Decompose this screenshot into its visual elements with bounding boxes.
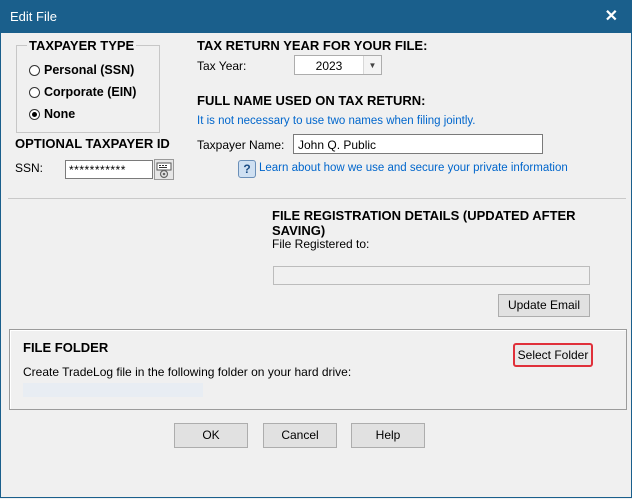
update-email-button[interactable]: Update Email [498,294,590,317]
full-name-heading: FULL NAME USED ON TAX RETURN: [197,93,426,108]
privacy-info-link[interactable]: Learn about how we use and secure your p… [259,162,568,174]
ok-button[interactable]: OK [174,423,248,448]
radio-personal-ssn[interactable]: Personal (SSN) [29,63,134,77]
radio-none[interactable]: None [29,107,75,121]
help-button[interactable]: Help [351,423,425,448]
ssn-input[interactable]: *********** [65,160,153,179]
tax-year-label: Tax Year: [197,59,247,73]
keyboard-icon[interactable] [154,159,174,180]
close-icon[interactable]: ✕ [605,6,618,26]
radio-corporate-ein[interactable]: Corporate (EIN) [29,85,136,99]
taxpayer-name-input[interactable]: John Q. Public [293,134,543,154]
optional-taxpayer-id-heading: OPTIONAL TAXPAYER ID [15,136,170,151]
folder-path [23,383,203,397]
file-folder-heading: FILE FOLDER [23,340,109,355]
radio-corporate-indicator [29,86,40,98]
tax-year-value: 2023 [315,59,343,73]
taxpayer-type-heading: TAXPAYER TYPE [27,38,137,53]
title-bar: Edit File ✕ [0,0,632,33]
file-registered-label: File Registered to: [272,237,370,251]
radio-none-indicator [29,108,40,120]
registration-heading: FILE REGISTRATION DETAILS (UPDATED AFTER… [272,208,576,238]
taxpayer-name-label: Taxpayer Name: [197,138,285,152]
radio-personal-indicator [29,64,40,76]
select-folder-button[interactable]: Select Folder [513,343,593,367]
radio-none-label: None [44,107,76,121]
window-title: Edit File [10,9,57,24]
section-divider-top [8,198,626,199]
question-icon[interactable]: ? [238,160,256,178]
tax-year-select[interactable]: 2023 ▼ [294,55,382,75]
folder-description: Create TradeLog file in the following fo… [23,365,352,379]
tax-year-heading: TAX RETURN YEAR FOR YOUR FILE: [197,38,428,53]
chevron-down-icon[interactable]: ▼ [363,56,381,74]
radio-personal-label: Personal (SSN) [44,63,135,77]
radio-corporate-label: Corporate (EIN) [44,85,137,99]
file-registered-field [273,266,590,285]
joint-filing-note: It is not necessary to use two names whe… [197,115,476,127]
ssn-label: SSN: [15,161,44,175]
dialog-body: TAXPAYER TYPE Personal (SSN) Corporate (… [0,33,632,498]
cancel-button[interactable]: Cancel [263,423,337,448]
